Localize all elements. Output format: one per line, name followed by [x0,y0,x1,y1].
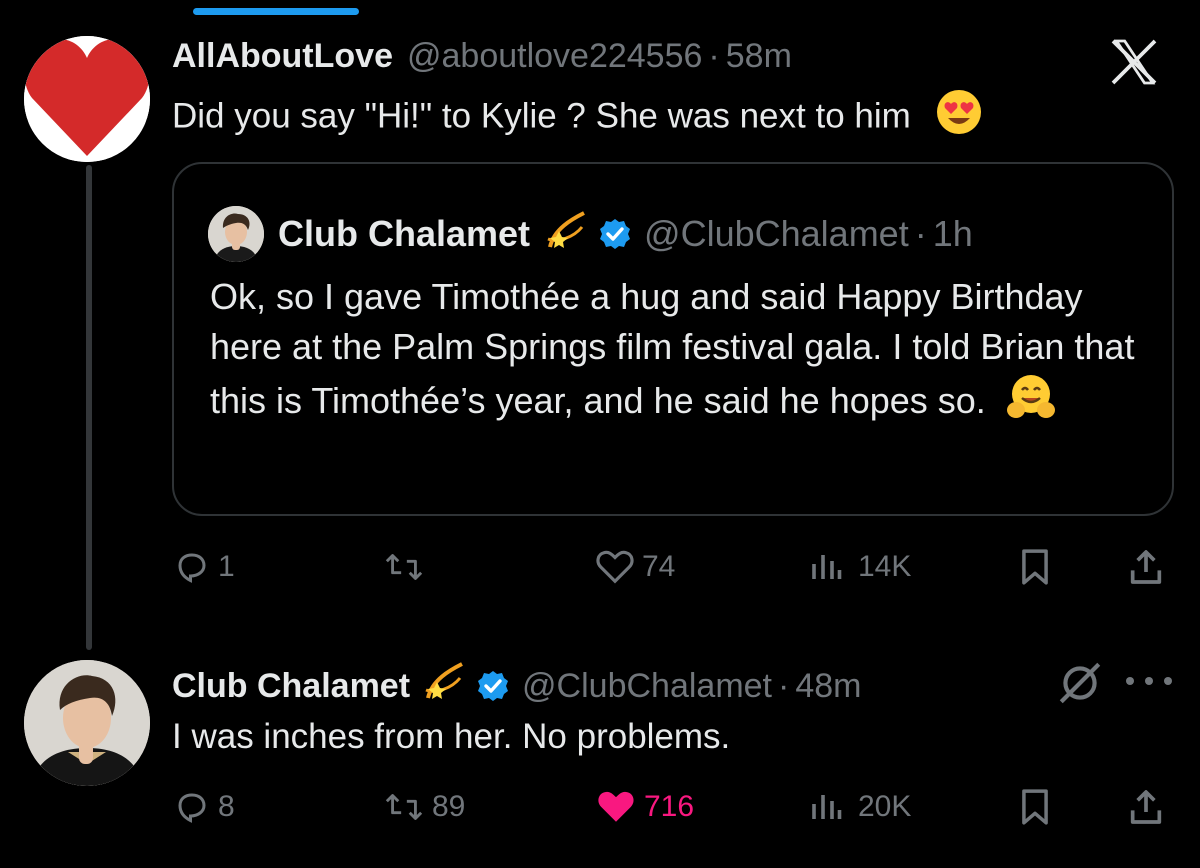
repost-button[interactable] [384,542,432,592]
reply-icon [178,553,206,583]
bookmark-button[interactable] [1018,782,1052,832]
repost-icon [385,794,423,820]
like-button[interactable]: 74 [596,542,675,592]
like-icon [596,550,634,584]
reply-text: Did you say "Hi!" to Kylie ? She was nex… [172,96,911,136]
share-icon [1130,550,1162,584]
avatar-allaboutlove[interactable] [24,36,150,162]
share-icon [1130,790,1162,824]
response-author-handle[interactable]: @ClubChalamet [522,664,772,708]
response-timestamp[interactable]: 48m [795,664,861,708]
bookmark-icon [1022,789,1048,825]
repost-button[interactable]: 89 [384,782,465,832]
reply-button[interactable]: 8 [174,782,235,832]
quoted-text-block: Ok, so I gave Timothée a hug and said Ha… [210,272,1150,435]
share-button[interactable] [1126,542,1166,592]
separator-dot: · [708,37,720,75]
heart-eyes-emoji-icon [935,88,983,148]
separator-dot: · [778,666,790,705]
more-dot [1126,677,1134,685]
like-count: 74 [642,550,676,583]
like-count: 716 [644,790,695,823]
bookmark-button[interactable] [1018,542,1052,592]
thread-connector-line [86,165,92,650]
quoted-header: Club Chalamet @ClubChalamet · 1h [208,206,973,262]
response-action-bar: 8 89 716 20K [172,782,1172,832]
separator-dot: · [914,213,927,254]
response-header: Club Chalamet @ClubChalamet · 48m [172,658,861,713]
reply-text-row: Did you say "Hi!" to Kylie ? She was nex… [172,88,1132,148]
author-handle[interactable]: @aboutlove224556 [407,34,702,78]
response-text: I was inches from her. No problems. [172,717,731,756]
response-author-name[interactable]: Club Chalamet [172,664,410,708]
hugging-face-emoji-icon [1006,372,1056,435]
views-count: 14K [858,550,912,583]
more-dot [1145,677,1153,685]
views-icon [812,555,842,579]
reply-count: 1 [218,550,235,583]
views-button[interactable]: 14K [808,542,911,592]
reply-count: 8 [218,790,235,823]
more-icon[interactable] [1126,666,1172,696]
reply-action-bar: 1 74 14K [172,542,1172,592]
avatar-club-chalamet-small[interactable] [208,206,264,262]
reply-button[interactable]: 1 [174,542,235,592]
views-button[interactable]: 20K [808,782,911,832]
bookmark-icon [1022,549,1048,585]
quoted-timestamp[interactable]: 1h [933,212,973,256]
quoted-tweet-card[interactable]: Club Chalamet @ClubChalamet · 1h Ok, so … [172,162,1174,516]
grok-icon[interactable] [1055,658,1105,708]
timestamp[interactable]: 58m [726,34,792,78]
quoted-author-handle[interactable]: @ClubChalamet [644,212,909,256]
quoted-author-name[interactable]: Club Chalamet [278,212,530,256]
verified-badge-icon [476,669,510,703]
more-dot [1164,677,1172,685]
views-count: 20K [858,790,912,823]
x-logo-icon[interactable] [1106,34,1162,90]
dizzy-emoji-icon [544,207,588,261]
dizzy-emoji-icon [422,658,466,713]
avatar-club-chalamet[interactable] [24,660,150,786]
like-button[interactable]: 716 [596,782,694,832]
verified-badge-icon [598,217,632,251]
quoted-text: Ok, so I gave Timothée a hug and said Ha… [210,276,1135,422]
repost-icon [385,554,423,580]
repost-count: 89 [432,790,466,823]
reply-header: AllAboutLove @aboutlove224556 · 58m [172,34,792,78]
scroll-indicator [193,8,359,15]
share-button[interactable] [1126,782,1166,832]
views-icon [812,795,842,819]
reply-icon [178,793,206,823]
like-icon [598,791,634,822]
author-name[interactable]: AllAboutLove [172,34,393,78]
